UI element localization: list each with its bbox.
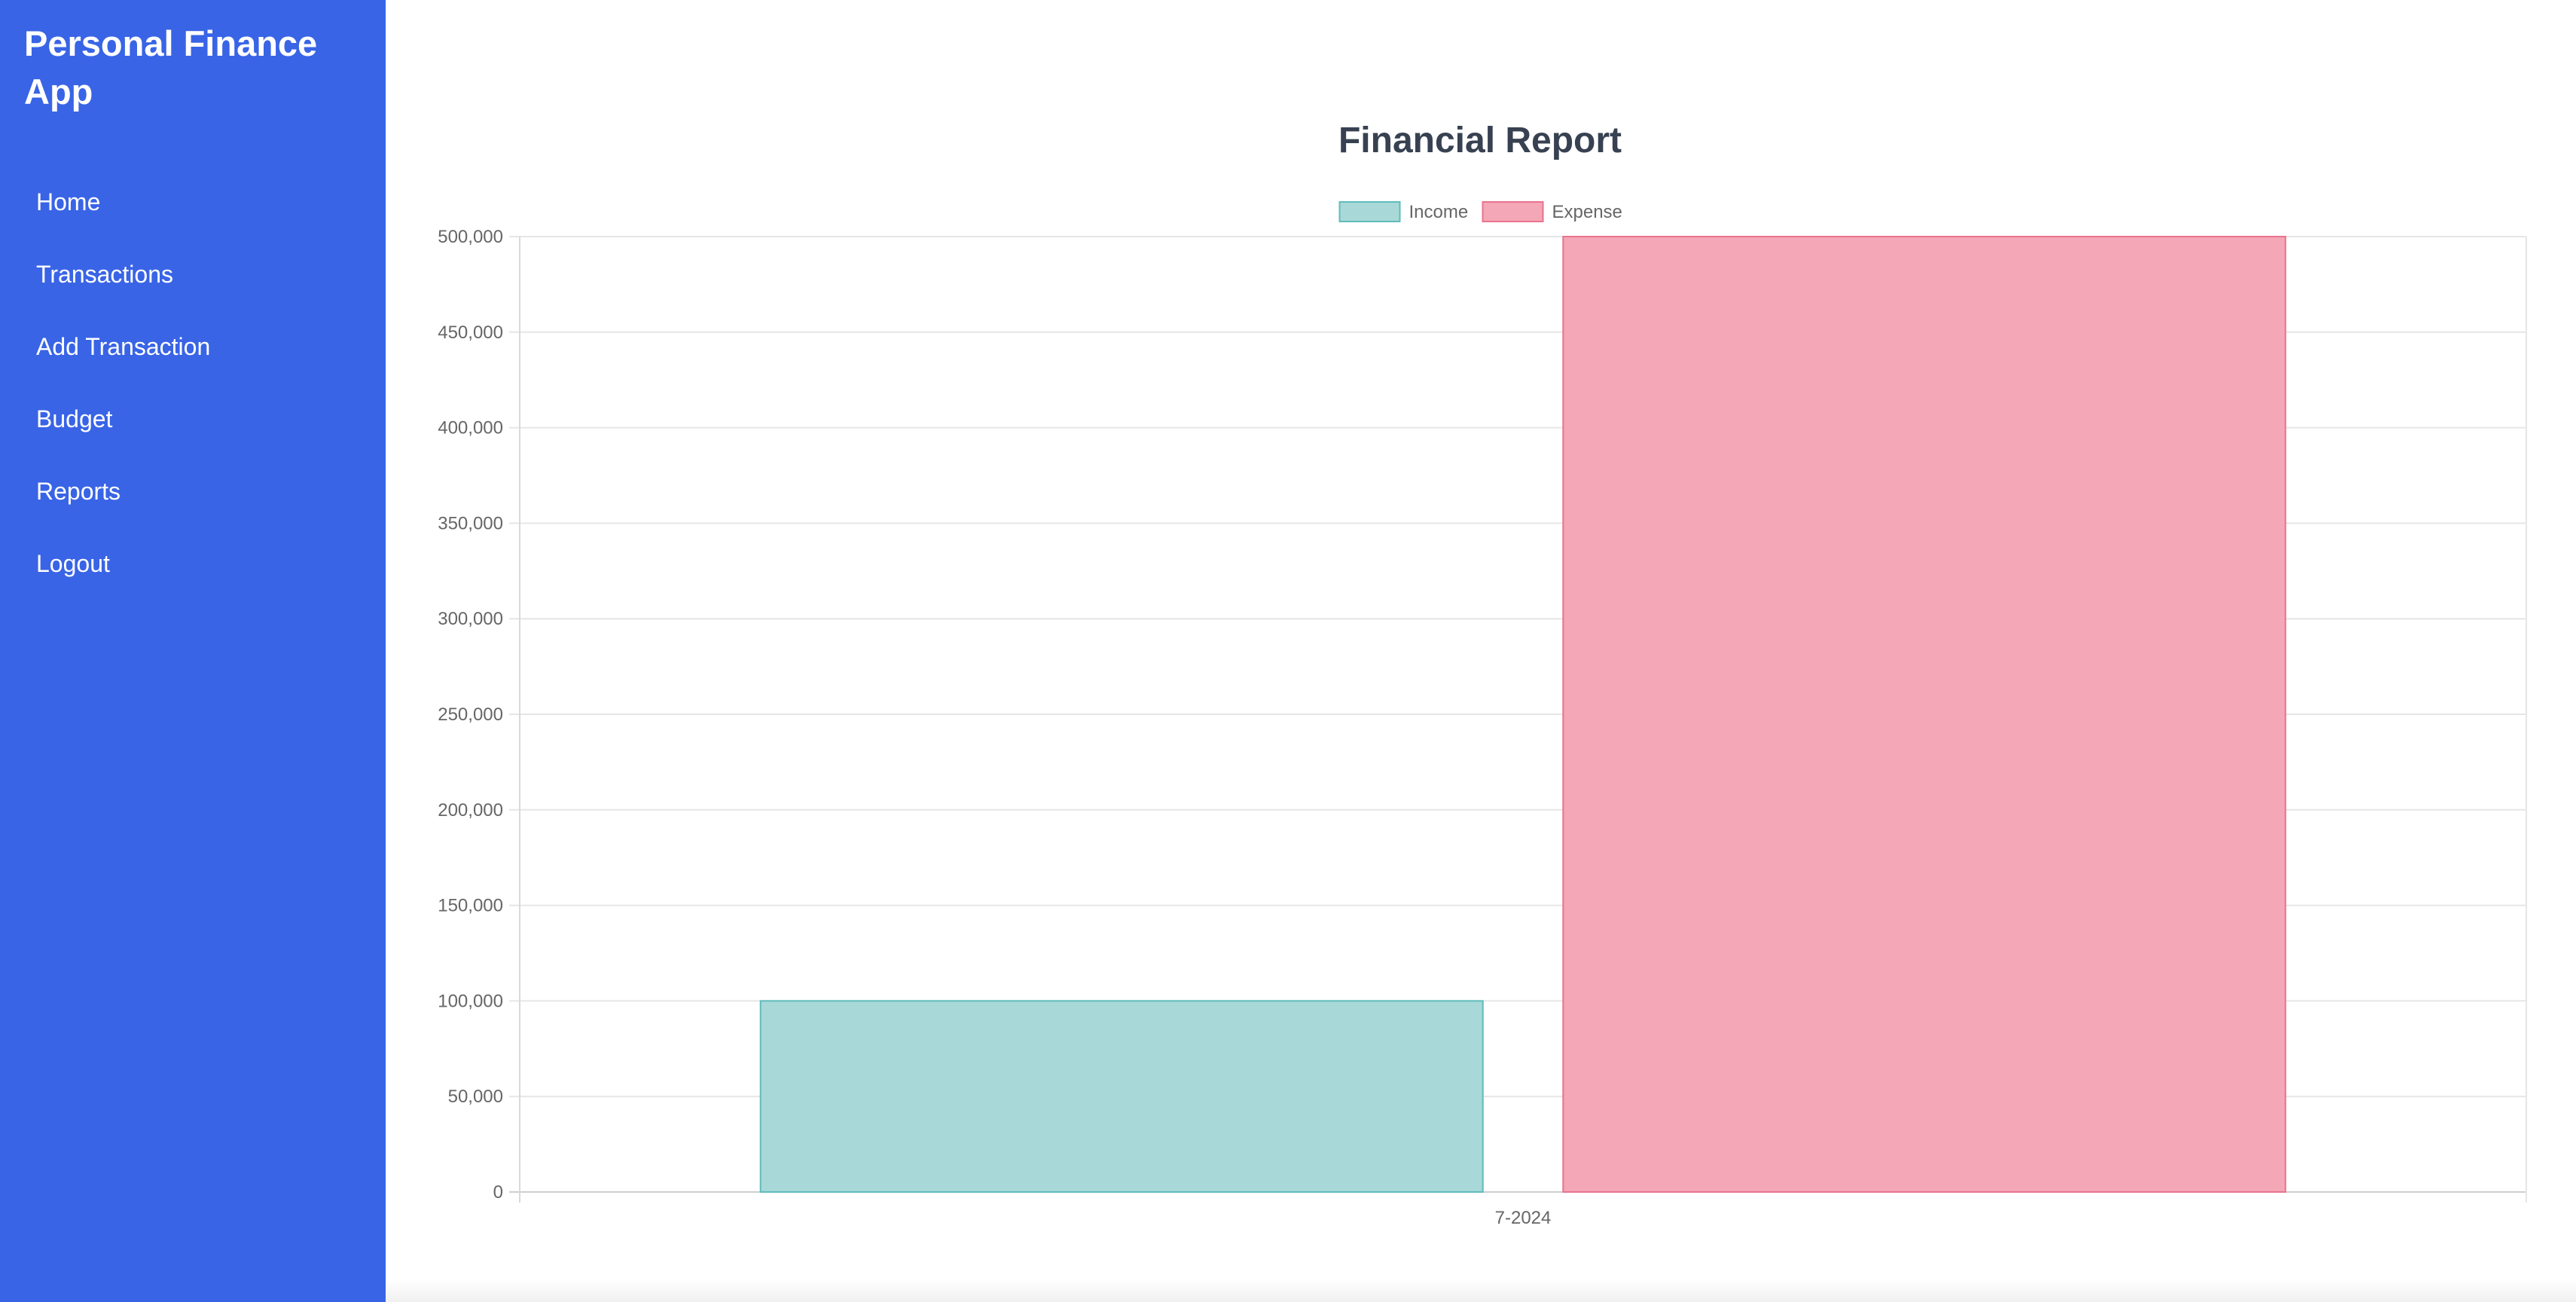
y-tick-label: 250,000 <box>438 704 503 725</box>
y-tick-label: 0 <box>493 1182 503 1203</box>
sidebar-item-label: Transactions <box>36 260 173 288</box>
sidebar-item-transactions[interactable]: Transactions <box>0 238 386 310</box>
sidebar-nav: Home Transactions Add Transaction Budget… <box>0 166 386 600</box>
y-tick-label: 50,000 <box>448 1087 503 1107</box>
sidebar-item-label: Logout <box>36 549 110 577</box>
sidebar: Personal Finance App Home Transactions A… <box>0 0 386 1302</box>
app-title: Personal Finance App <box>24 23 318 112</box>
sidebar-item-label: Add Transaction <box>36 332 211 360</box>
sidebar-item-logout[interactable]: Logout <box>0 527 386 600</box>
x-axis: 7-2024 <box>1495 1208 1552 1228</box>
sidebar-item-add-transaction[interactable]: Add Transaction <box>0 310 386 383</box>
legend-label-expense: Expense <box>1552 202 1622 222</box>
sidebar-item-budget[interactable]: Budget <box>0 383 386 455</box>
y-tick-label: 450,000 <box>438 322 503 343</box>
bottom-shadow <box>386 1279 2576 1302</box>
y-axis: 0 50,000 100,000 150,000 200,000 250,000 300,0… <box>438 227 503 1203</box>
sidebar-item-label: Reports <box>36 477 121 505</box>
financial-report-chart: Financial Report Income Expense 0 50,000 10… <box>438 121 2527 1228</box>
app-root: Personal Finance App Home Transactions A… <box>0 0 2576 1302</box>
legend-label-income: Income <box>1409 202 1469 222</box>
legend-swatch-expense <box>1482 201 1544 222</box>
sidebar-item-home[interactable]: Home <box>0 166 386 238</box>
sidebar-item-reports[interactable]: Reports <box>0 455 386 527</box>
sidebar-item-label: Home <box>36 188 101 215</box>
main-content: Financial Report Income Expense 0 50,000 10… <box>386 0 2576 1302</box>
legend-swatch-income <box>1338 201 1401 222</box>
y-tick-label: 300,000 <box>438 609 503 629</box>
sidebar-item-label: Budget <box>36 405 113 432</box>
chart-title: Financial Report <box>1338 121 1622 160</box>
y-tick-label: 200,000 <box>438 800 503 821</box>
y-tick-label: 150,000 <box>438 896 503 916</box>
y-tick-label: 500,000 <box>438 227 503 247</box>
bar-income <box>759 1000 1484 1194</box>
bar-expense <box>1562 236 2287 1193</box>
chart-legend: Income Expense <box>1338 201 1622 222</box>
y-tick-label: 400,000 <box>438 418 503 439</box>
y-tick-label: 350,000 <box>438 513 503 533</box>
y-tick-label: 100,000 <box>438 991 503 1011</box>
x-tick-label: 7-2024 <box>1495 1208 1552 1228</box>
